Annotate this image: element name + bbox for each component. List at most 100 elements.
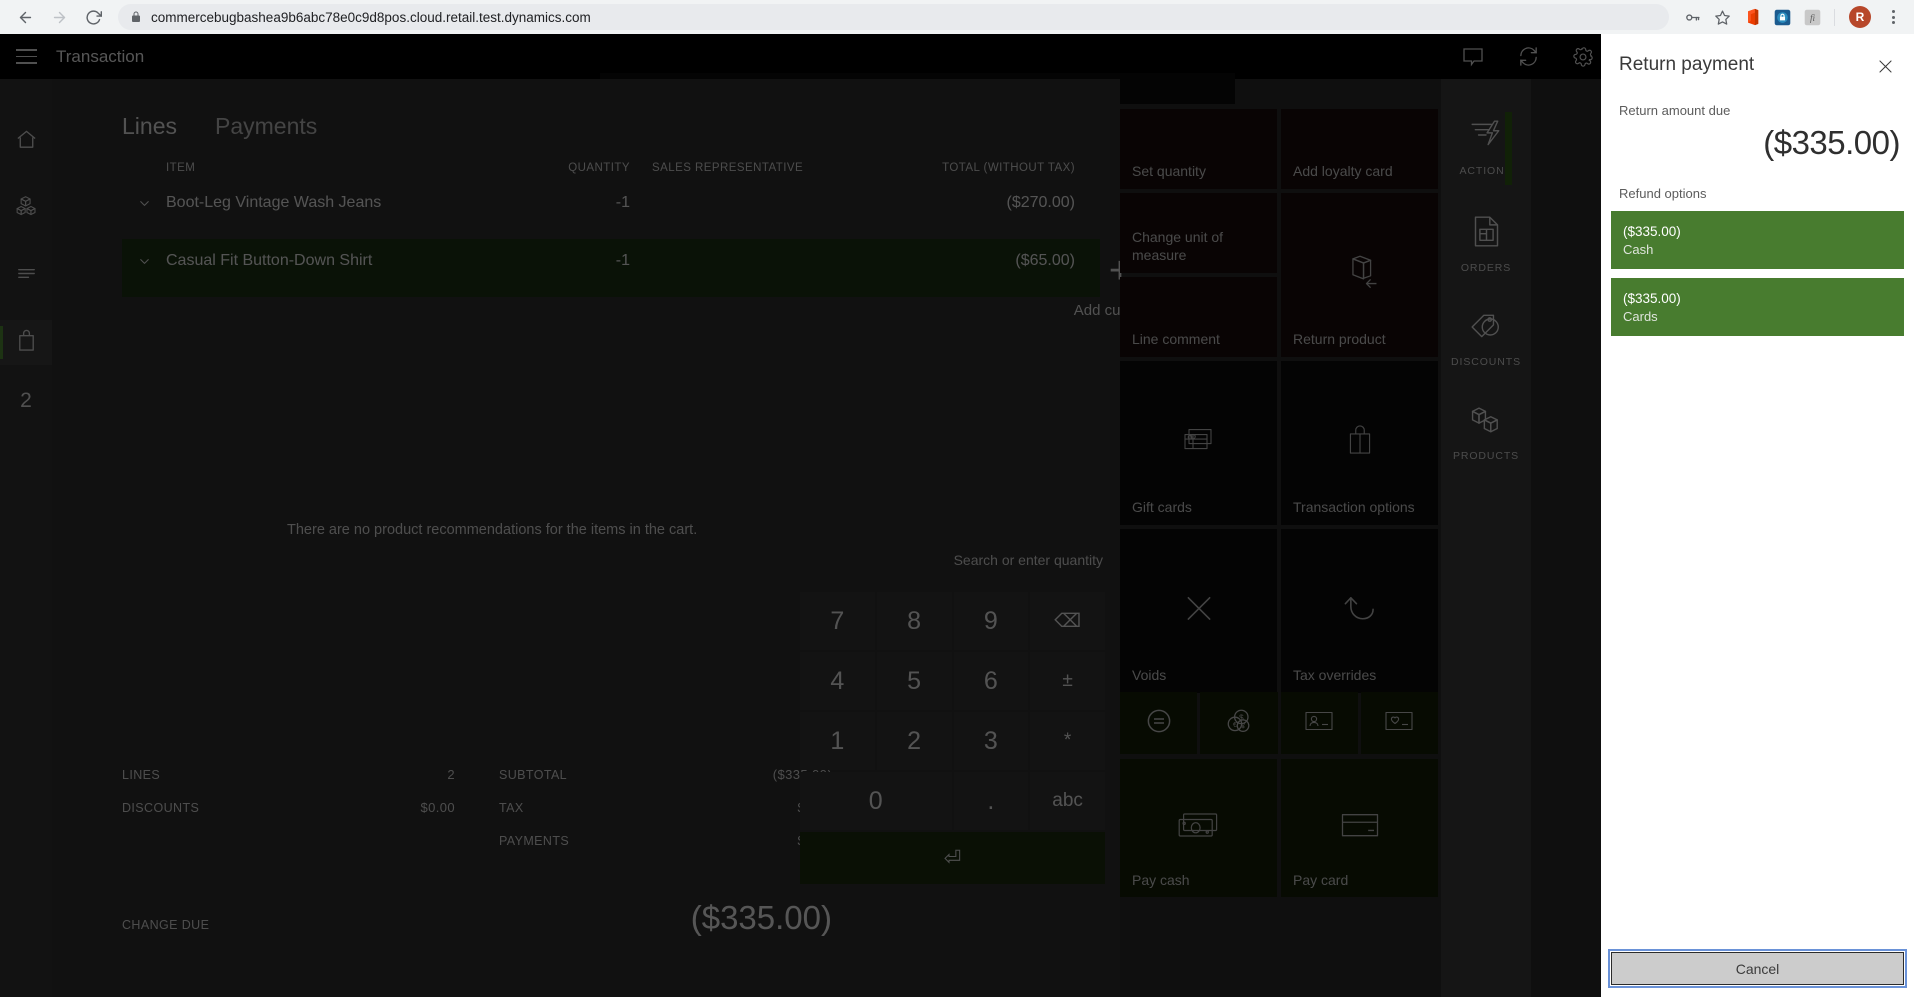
tile-label: Change unit of measure [1132, 229, 1224, 263]
toolbar-divider [1834, 8, 1835, 26]
total-label: PAYMENTS [499, 834, 570, 848]
sync-icon[interactable] [1517, 45, 1540, 68]
key-7[interactable]: 7 [800, 592, 875, 650]
total-row-tax: TAX $0.00 [477, 791, 832, 824]
tile-gift-cards[interactable]: Gift cards [1120, 361, 1277, 525]
url-text: commercebugbashea9b6abc78e0c9d8pos.cloud… [151, 9, 591, 25]
security-extension-icon[interactable] [1769, 4, 1795, 30]
refund-option-type: Cards [1623, 308, 1658, 324]
refund-option-cash[interactable]: ($335.00) Cash [1611, 211, 1904, 269]
svg-text:€: € [1233, 722, 1237, 729]
key-plusminus[interactable]: ± [1030, 652, 1105, 710]
change-due-value: ($335.00) [690, 899, 832, 936]
header-icon-group [1461, 34, 1594, 79]
cancel-button[interactable]: Cancel [1608, 949, 1907, 988]
tile-label: Add loyalty card [1293, 162, 1393, 179]
rail-item-label: DISCOUNTS [1451, 356, 1521, 368]
sidebar-item-cart[interactable] [0, 320, 52, 365]
page-title: Transaction [56, 46, 145, 66]
table-row[interactable]: Boot-Leg Vintage Wash Jeans -1 ($270.00) [122, 181, 1100, 239]
key-0[interactable]: 0 [800, 772, 952, 830]
tile-voids[interactable]: Voids [1120, 529, 1277, 693]
total-label: TAX [499, 801, 524, 815]
key-abc[interactable]: abc [1030, 772, 1105, 830]
rail-item-products[interactable]: PRODUCTS [1441, 406, 1531, 462]
key-9[interactable]: 9 [953, 592, 1029, 650]
orders-document-icon [1471, 215, 1502, 253]
rail-item-orders[interactable]: ORDERS [1441, 215, 1531, 274]
tab-payments[interactable]: Payments [215, 113, 317, 140]
total-row-payments: PAYMENTS $0.00 [477, 824, 832, 857]
numpad-region: Search or enter quantity 7 8 9 ⌫ 4 5 6 ±… [800, 552, 1105, 884]
tile-change-unit-of-measure[interactable]: Change unit of measure [1120, 193, 1277, 273]
home-icon [15, 128, 38, 156]
id-card-icon [1304, 709, 1334, 738]
left-navigation-rail: 2 [0, 79, 52, 997]
key-3[interactable]: 3 [953, 712, 1029, 770]
column-header-item: ITEM [166, 162, 196, 174]
pay-gift-card-button[interactable] [1360, 692, 1438, 754]
key-1[interactable]: 1 [800, 712, 875, 770]
total-value: 2 [447, 767, 455, 782]
key-decimal[interactable]: . [953, 772, 1029, 830]
cart-item-quantity: -1 [615, 252, 630, 269]
reload-icon[interactable] [78, 2, 108, 32]
key-5[interactable]: 5 [876, 652, 952, 710]
cart-table-header: ITEM QUANTITY SALES REPRESENTATIVE TOTAL… [122, 162, 1100, 181]
tile-label: Voids [1132, 666, 1167, 683]
tile-return-product[interactable]: Return product [1281, 193, 1438, 357]
office-extension-icon[interactable] [1739, 4, 1765, 30]
notification-bubble-icon[interactable] [1461, 45, 1485, 69]
tile-pay-card[interactable]: Pay card [1281, 759, 1438, 897]
tile-set-quantity[interactable]: Set quantity [1120, 109, 1277, 189]
tile-pay-cash[interactable]: Pay cash [1120, 759, 1277, 897]
pay-customer-account-button[interactable] [1280, 692, 1358, 754]
tile-label: Pay card [1293, 872, 1349, 888]
tile-transaction-options[interactable]: Transaction options [1281, 361, 1438, 525]
key-enter[interactable]: ⏎ [800, 832, 1105, 884]
key-asterisk[interactable]: * [1030, 712, 1105, 770]
rail-item-label: PRODUCTS [1452, 450, 1520, 462]
total-row-subtotal: SUBTOTAL ($335.00) [477, 758, 832, 791]
pay-currency-button[interactable]: $ € ¥ [1200, 692, 1278, 754]
hamburger-menu-icon[interactable] [0, 34, 52, 79]
close-x-icon [1120, 592, 1277, 624]
key-backspace[interactable]: ⌫ [1030, 592, 1105, 650]
cart-item-total: ($270.00) [1006, 194, 1076, 211]
key-2[interactable]: 2 [876, 712, 952, 770]
tile-line-comment[interactable]: Line comment [1120, 277, 1277, 357]
exact-amount-button[interactable] [1120, 692, 1198, 754]
key-4[interactable]: 4 [800, 652, 875, 710]
address-bar[interactable]: commercebugbashea9b6abc78e0c9d8pos.cloud… [118, 4, 1669, 30]
return-payment-panel: Return payment Return amount due ($335.0… [1601, 34, 1914, 997]
return-payment-header: Return payment [1601, 34, 1914, 79]
key-icon[interactable] [1679, 4, 1705, 30]
back-arrow-icon[interactable] [10, 2, 40, 32]
star-icon[interactable] [1709, 4, 1735, 30]
rail-item-actions[interactable]: ACTIONS [1441, 119, 1531, 177]
settings-gear-icon[interactable] [1572, 46, 1594, 68]
tile-add-loyalty-card[interactable]: Add loyalty card [1281, 109, 1438, 189]
sidebar-item-lines[interactable] [0, 253, 52, 298]
key-8[interactable]: 8 [876, 592, 952, 650]
change-due-row: CHANGE DUE ($335.00) [122, 899, 832, 937]
cart-count-badge: 2 [20, 389, 32, 412]
sidebar-item-home[interactable] [0, 119, 52, 164]
tile-tax-overrides[interactable]: Tax overrides [1281, 529, 1438, 693]
tab-lines[interactable]: Lines [122, 113, 177, 140]
chevron-down-icon[interactable] [122, 193, 166, 211]
svg-text:fi: fi [1809, 13, 1815, 23]
refund-option-type: Cash [1623, 241, 1654, 257]
key-6[interactable]: 6 [953, 652, 1029, 710]
lock-icon [130, 11, 142, 23]
script-extension-icon[interactable]: fi [1799, 4, 1825, 30]
refund-option-cards[interactable]: ($335.00) Cards [1611, 278, 1904, 336]
close-x-icon[interactable] [1873, 54, 1898, 79]
tile-label: Gift cards [1132, 498, 1192, 515]
rail-item-discounts[interactable]: DISCOUNTS [1441, 312, 1531, 368]
chevron-down-icon[interactable] [122, 251, 166, 269]
kebab-menu-icon[interactable] [1882, 10, 1904, 24]
panel-spacer [1601, 336, 1914, 952]
sidebar-item-products[interactable] [0, 186, 52, 231]
profile-avatar[interactable]: R [1849, 6, 1871, 28]
